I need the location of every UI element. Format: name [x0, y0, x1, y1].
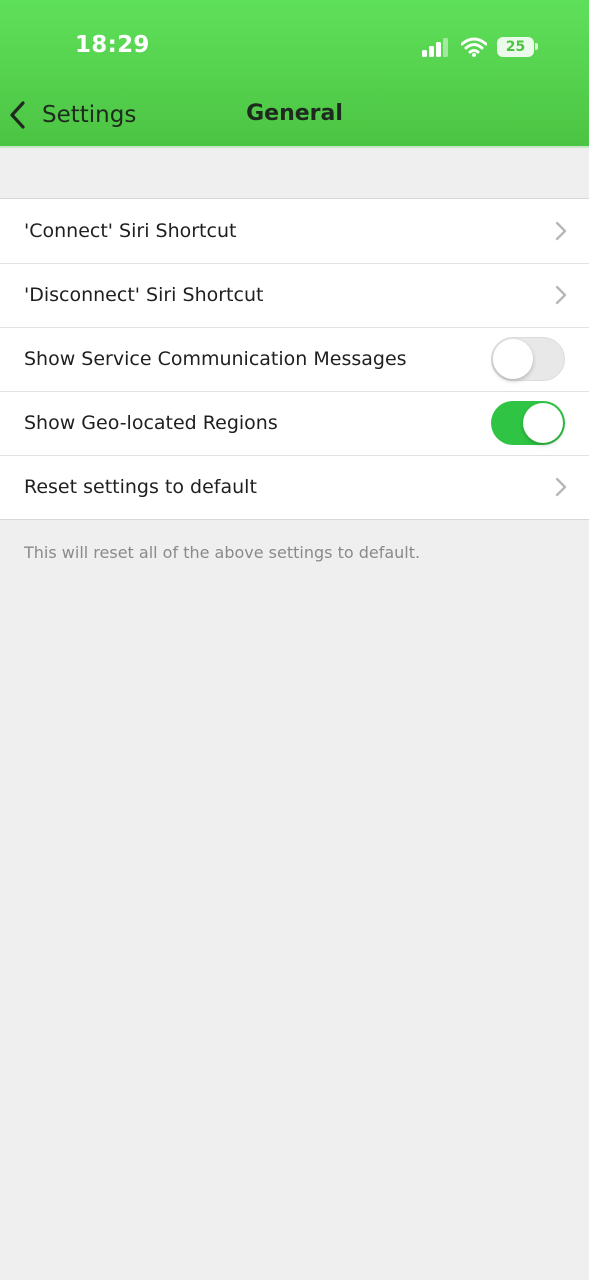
geo-located-regions-toggle[interactable]	[491, 401, 565, 445]
chevron-right-icon	[555, 285, 567, 305]
row-label: 'Disconnect' Siri Shortcut	[24, 284, 264, 306]
reset-settings-row[interactable]: Reset settings to default	[0, 455, 589, 519]
toggle-knob	[523, 403, 563, 443]
toggle-knob	[493, 339, 533, 379]
connect-siri-shortcut-row[interactable]: 'Connect' Siri Shortcut	[0, 199, 589, 263]
settings-list: 'Connect' Siri Shortcut 'Disconnect' Sir…	[0, 198, 589, 520]
reset-footnote: This will reset all of the above setting…	[24, 543, 421, 562]
status-time: 18:29	[75, 32, 150, 58]
navigation-header: 18:29 25 Settings General	[0, 0, 589, 148]
row-label: Show Service Communication Messages	[24, 348, 407, 370]
service-communication-messages-toggle[interactable]	[491, 337, 565, 381]
row-label: Reset settings to default	[24, 476, 257, 498]
back-button[interactable]: Settings	[8, 96, 158, 134]
chevron-left-icon	[10, 101, 25, 129]
back-label: Settings	[42, 102, 137, 128]
wifi-icon	[461, 37, 487, 57]
chevron-right-icon	[555, 477, 567, 497]
battery-cap	[535, 43, 538, 50]
service-communication-messages-row: Show Service Communication Messages	[0, 327, 589, 391]
geo-located-regions-row: Show Geo-located Regions	[0, 391, 589, 455]
row-label: Show Geo-located Regions	[24, 412, 278, 434]
chevron-right-icon	[555, 221, 567, 241]
row-label: 'Connect' Siri Shortcut	[24, 220, 237, 242]
disconnect-siri-shortcut-row[interactable]: 'Disconnect' Siri Shortcut	[0, 263, 589, 327]
cellular-signal-icon	[422, 38, 450, 57]
battery-icon: 25	[497, 37, 534, 57]
